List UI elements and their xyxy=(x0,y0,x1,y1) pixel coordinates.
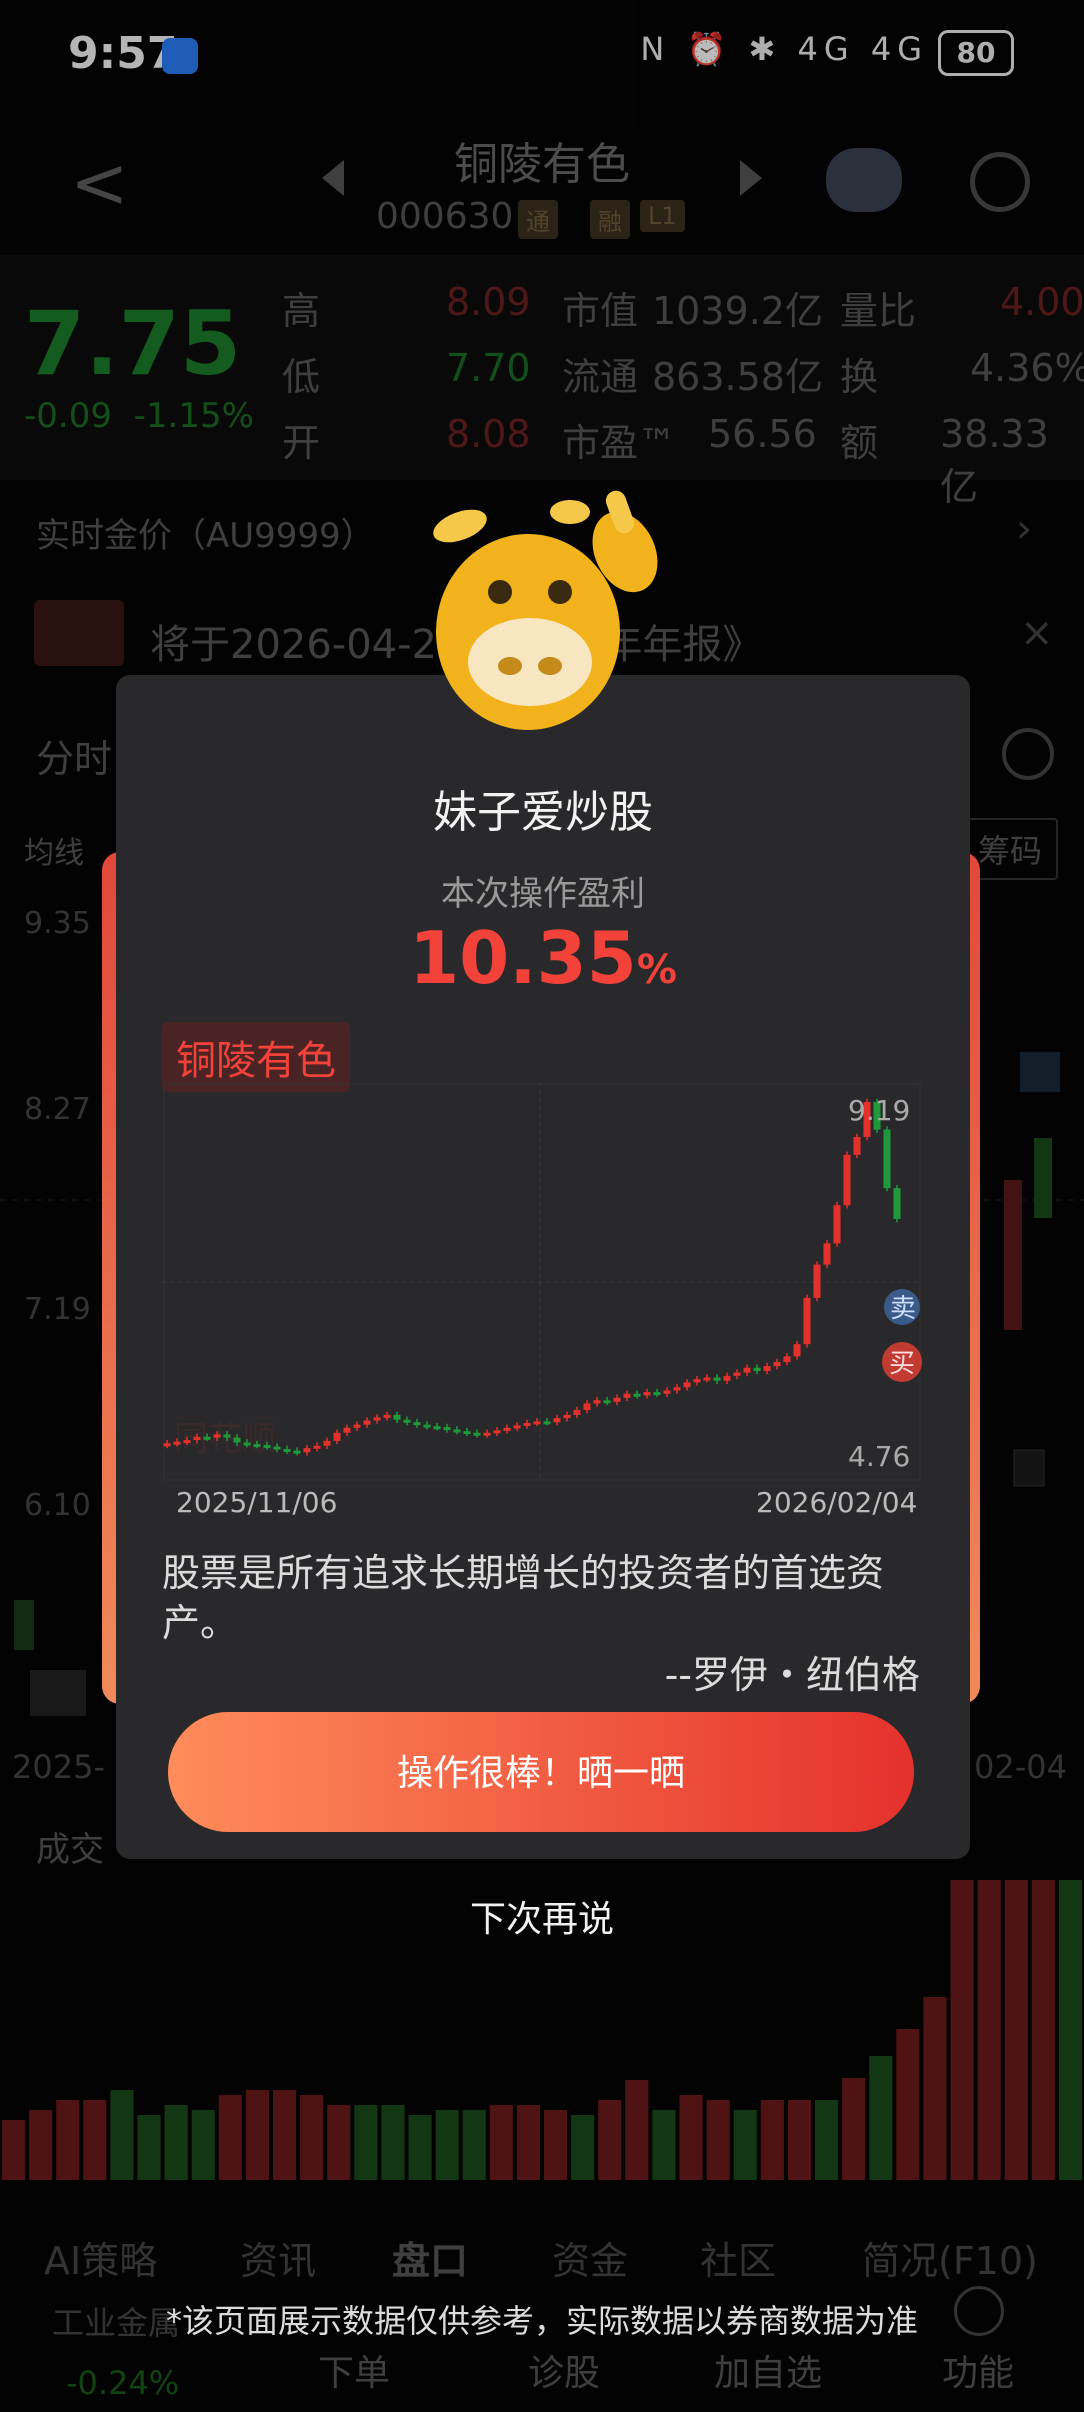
quote-author: --罗伊・纽伯格 xyxy=(664,1653,920,1697)
share-button[interactable]: 操作很棒！晒一晒 xyxy=(168,1712,914,1832)
candle-body xyxy=(253,1444,261,1448)
profit-percentage: 10.35% xyxy=(409,916,677,1000)
candle-body xyxy=(183,1440,191,1444)
candle-body xyxy=(383,1414,391,1418)
candle-body xyxy=(643,1392,651,1396)
candle-body xyxy=(453,1429,461,1433)
candle-body xyxy=(493,1430,501,1434)
candle-body xyxy=(853,1136,861,1155)
investment-quote: 股票是所有追求长期增长的投资者的首选资产。 xyxy=(162,1551,885,1645)
candle-body xyxy=(653,1392,661,1396)
chart-high-label: 9.19 xyxy=(848,1094,910,1127)
candle-body xyxy=(793,1344,801,1357)
candle-body xyxy=(303,1448,311,1453)
chart-date-start: 2025/11/06 xyxy=(176,1486,338,1519)
candle-body xyxy=(523,1422,531,1426)
candle-body xyxy=(503,1427,511,1431)
candle-body xyxy=(563,1414,571,1419)
chart-low-label: 4.76 xyxy=(848,1440,910,1473)
candle-body xyxy=(583,1403,591,1410)
candle-body xyxy=(423,1424,431,1428)
candle-body xyxy=(893,1188,901,1220)
candle-body xyxy=(763,1366,771,1371)
candle-body xyxy=(393,1414,401,1420)
candle-body xyxy=(533,1421,541,1425)
cow-mascot-icon xyxy=(433,490,658,730)
candle-body xyxy=(673,1387,681,1391)
candle-body xyxy=(313,1445,321,1449)
candle-body xyxy=(883,1129,891,1189)
candle-body xyxy=(713,1377,721,1381)
candle-body xyxy=(163,1443,171,1447)
candle-body xyxy=(773,1362,781,1367)
candle-body xyxy=(603,1400,611,1404)
candle-body xyxy=(623,1393,631,1398)
disclaimer-text: *该页面展示数据仅供参考，实际数据以券商数据为准 xyxy=(165,2302,918,2340)
candle-body xyxy=(663,1390,671,1394)
candle-body xyxy=(233,1437,241,1443)
candle-body xyxy=(333,1432,341,1441)
candle-body xyxy=(283,1448,291,1452)
candle-body xyxy=(223,1434,231,1438)
candle-body xyxy=(783,1356,791,1363)
sell-marker-label: 卖 xyxy=(890,1294,916,1324)
candle-body xyxy=(683,1382,691,1388)
candle-body xyxy=(213,1434,221,1438)
candle-body xyxy=(593,1400,601,1404)
candle-body xyxy=(363,1420,371,1425)
candle-body xyxy=(633,1393,641,1397)
candle-body xyxy=(833,1205,841,1244)
candle-body xyxy=(743,1367,751,1373)
chart-date-end: 2026/02/04 xyxy=(756,1486,918,1519)
candle-body xyxy=(273,1446,281,1450)
candle-body xyxy=(553,1418,561,1423)
candle-body xyxy=(733,1372,741,1376)
candle-body xyxy=(193,1436,201,1441)
candle-body xyxy=(463,1431,471,1435)
candle-body xyxy=(573,1409,581,1415)
candle-body xyxy=(323,1440,331,1446)
candle-body xyxy=(823,1243,831,1265)
candle-body xyxy=(353,1424,361,1428)
candle-body xyxy=(413,1422,421,1426)
dismiss-later-link[interactable]: 下次再说 xyxy=(0,1890,1084,1942)
candle-body xyxy=(243,1442,251,1446)
candle-body xyxy=(543,1421,551,1425)
chart-watermark: 同花顺 xyxy=(174,1419,276,1459)
modal-subtitle: 本次操作盈利 xyxy=(441,874,645,914)
candle-body xyxy=(703,1377,711,1381)
candle-body xyxy=(203,1436,211,1440)
candle-body xyxy=(753,1367,761,1371)
candle-body xyxy=(813,1264,821,1298)
candle-body xyxy=(513,1425,521,1429)
candle-body xyxy=(403,1419,411,1423)
candle-body xyxy=(613,1397,621,1402)
candle-body xyxy=(723,1375,731,1381)
candle-body xyxy=(293,1450,301,1454)
candle-body xyxy=(373,1417,381,1421)
buy-marker-label: 买 xyxy=(889,1349,915,1379)
candle-body xyxy=(803,1297,811,1345)
candle-body xyxy=(443,1427,451,1431)
candle-body xyxy=(263,1444,271,1448)
candle-body xyxy=(173,1441,181,1445)
candle-body xyxy=(473,1432,481,1436)
modal-username: 妹子爱炒股 xyxy=(433,787,653,838)
profit-kline-chart: 同花顺 9.19 4.76 卖 买 xyxy=(162,1082,922,1482)
candle-body xyxy=(343,1427,351,1433)
candle-body xyxy=(483,1432,491,1436)
candle-body xyxy=(843,1154,851,1206)
candle-body xyxy=(693,1379,701,1383)
candle-body xyxy=(433,1426,441,1430)
